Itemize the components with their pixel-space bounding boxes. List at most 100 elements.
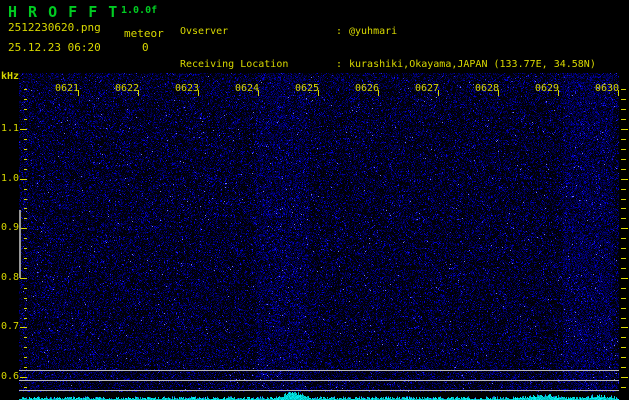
y-axis-tick <box>24 149 27 150</box>
y-axis-tick <box>24 308 27 309</box>
y-axis-tick <box>24 109 27 110</box>
y-axis-tick <box>24 357 27 358</box>
y-axis-tick <box>24 387 27 388</box>
y-axis-tick <box>24 119 27 120</box>
y-axis-tick-right <box>621 298 626 299</box>
y-axis-tick-right <box>621 258 626 259</box>
y-axis-tick-right <box>621 199 626 200</box>
y-tick-label: 1.1 <box>0 123 19 134</box>
x-axis-tick <box>438 90 439 96</box>
y-axis-tick-right <box>621 347 626 348</box>
y-axis-tick <box>20 129 27 130</box>
y-axis-tick-right <box>621 337 626 338</box>
scale-bar <box>19 210 21 278</box>
meteor-count-value: 0 <box>142 41 149 54</box>
y-tick-label: 1.0 <box>0 172 19 184</box>
hrofft-screen: H R O F F T 1.0.0f 2512230620.png meteor… <box>0 0 629 400</box>
y-axis-tick-right <box>621 109 626 110</box>
info-label: Receiving Location <box>180 59 289 71</box>
x-axis-tick <box>378 90 379 96</box>
y-axis-tick <box>20 377 27 378</box>
y-axis-tick <box>24 298 27 299</box>
y-axis-tick-right <box>621 89 626 90</box>
y-tick-label: 0.6 <box>0 371 19 382</box>
y-axis-tick-right <box>621 218 626 219</box>
info-separator: : <box>336 25 343 37</box>
meteor-count-label: meteor <box>124 27 164 40</box>
y-axis-tick <box>24 248 27 249</box>
y-axis-tick <box>20 228 27 229</box>
x-axis-tick <box>198 90 199 96</box>
y-axis-tick-right <box>621 377 628 378</box>
y-axis-tick-right <box>621 268 626 269</box>
y-axis-tick-right <box>621 288 626 289</box>
y-axis-unit: kHz <box>1 71 20 82</box>
x-axis-tick <box>258 90 259 96</box>
observation-timestamp: 25.12.23 06:20 <box>8 41 101 54</box>
y-axis-tick-right <box>621 318 626 319</box>
y-axis-tick <box>24 367 27 368</box>
y-axis-tick <box>20 179 27 180</box>
y-axis-tick <box>24 218 27 219</box>
x-tick-label: 0627 <box>415 83 440 94</box>
info-value: kurashiki,Okayama,JAPAN (133.77E, 34.58N… <box>349 59 596 71</box>
x-tick-label: 0622 <box>115 83 140 94</box>
y-axis-tick <box>24 337 27 338</box>
y-axis-tick <box>24 169 27 170</box>
y-axis-tick-right <box>621 169 626 170</box>
x-axis-tick <box>78 90 79 96</box>
y-axis-tick <box>24 139 27 140</box>
x-axis-tick <box>138 90 139 96</box>
info-label: Ovserver <box>180 25 229 37</box>
x-axis-tick <box>558 90 559 96</box>
x-tick-label: 0625 <box>295 83 320 94</box>
y-axis-tick-right <box>621 179 628 180</box>
y-axis-tick <box>24 208 27 209</box>
y-axis-tick-right <box>621 367 626 368</box>
y-axis-tick-right <box>621 99 626 100</box>
reference-line <box>19 370 619 371</box>
y-axis-tick <box>24 199 27 200</box>
x-axis-tick <box>618 90 619 96</box>
app-version: 1.0.0f <box>121 5 158 16</box>
y-axis-tick-right <box>621 119 626 120</box>
y-axis-tick-right <box>621 208 626 209</box>
x-tick-label: 0626 <box>355 83 380 94</box>
y-axis-tick <box>24 268 27 269</box>
y-tick-label: 0.7 <box>0 321 19 333</box>
y-axis-tick <box>24 347 27 348</box>
y-axis-tick <box>24 258 27 259</box>
y-axis-tick-right <box>621 248 626 249</box>
y-axis-tick-right <box>621 357 626 358</box>
app-title: H R O F F T <box>8 3 119 21</box>
reference-line <box>19 380 619 381</box>
y-axis-tick <box>20 278 27 279</box>
y-axis-tick <box>24 159 27 160</box>
info-value: @yuhmari <box>349 25 398 37</box>
y-axis-tick <box>24 238 27 239</box>
y-axis-tick <box>24 99 27 100</box>
info-row-location: Receiving Location: kurashiki,Okayama,JAP… <box>180 59 596 70</box>
reference-line <box>19 390 619 391</box>
y-axis-tick-right <box>621 238 626 239</box>
y-tick-label: 0.9 <box>0 222 19 234</box>
y-tick-label: 0.8 <box>0 271 19 283</box>
y-axis-tick <box>20 327 27 328</box>
y-axis-tick-right <box>621 159 626 160</box>
x-tick-label: 0624 <box>235 83 260 94</box>
y-axis-tick-right <box>621 139 626 140</box>
x-tick-label: 0629 <box>535 83 560 94</box>
y-axis-tick-right <box>621 189 626 190</box>
y-axis-tick-right <box>621 308 626 309</box>
y-axis-tick-right <box>621 327 628 328</box>
y-axis-tick-right <box>621 129 628 130</box>
y-axis-tick <box>24 288 27 289</box>
info-separator: : <box>336 59 343 71</box>
info-row-observer: Ovserver: @yuhmari <box>180 26 596 37</box>
y-axis-tick-right <box>621 387 626 388</box>
y-axis-tick <box>24 318 27 319</box>
x-tick-label: 0630 <box>595 83 620 94</box>
x-tick-label: 0628 <box>475 83 500 94</box>
x-tick-label: 0621 <box>55 83 80 94</box>
y-axis-tick-right <box>621 149 626 150</box>
